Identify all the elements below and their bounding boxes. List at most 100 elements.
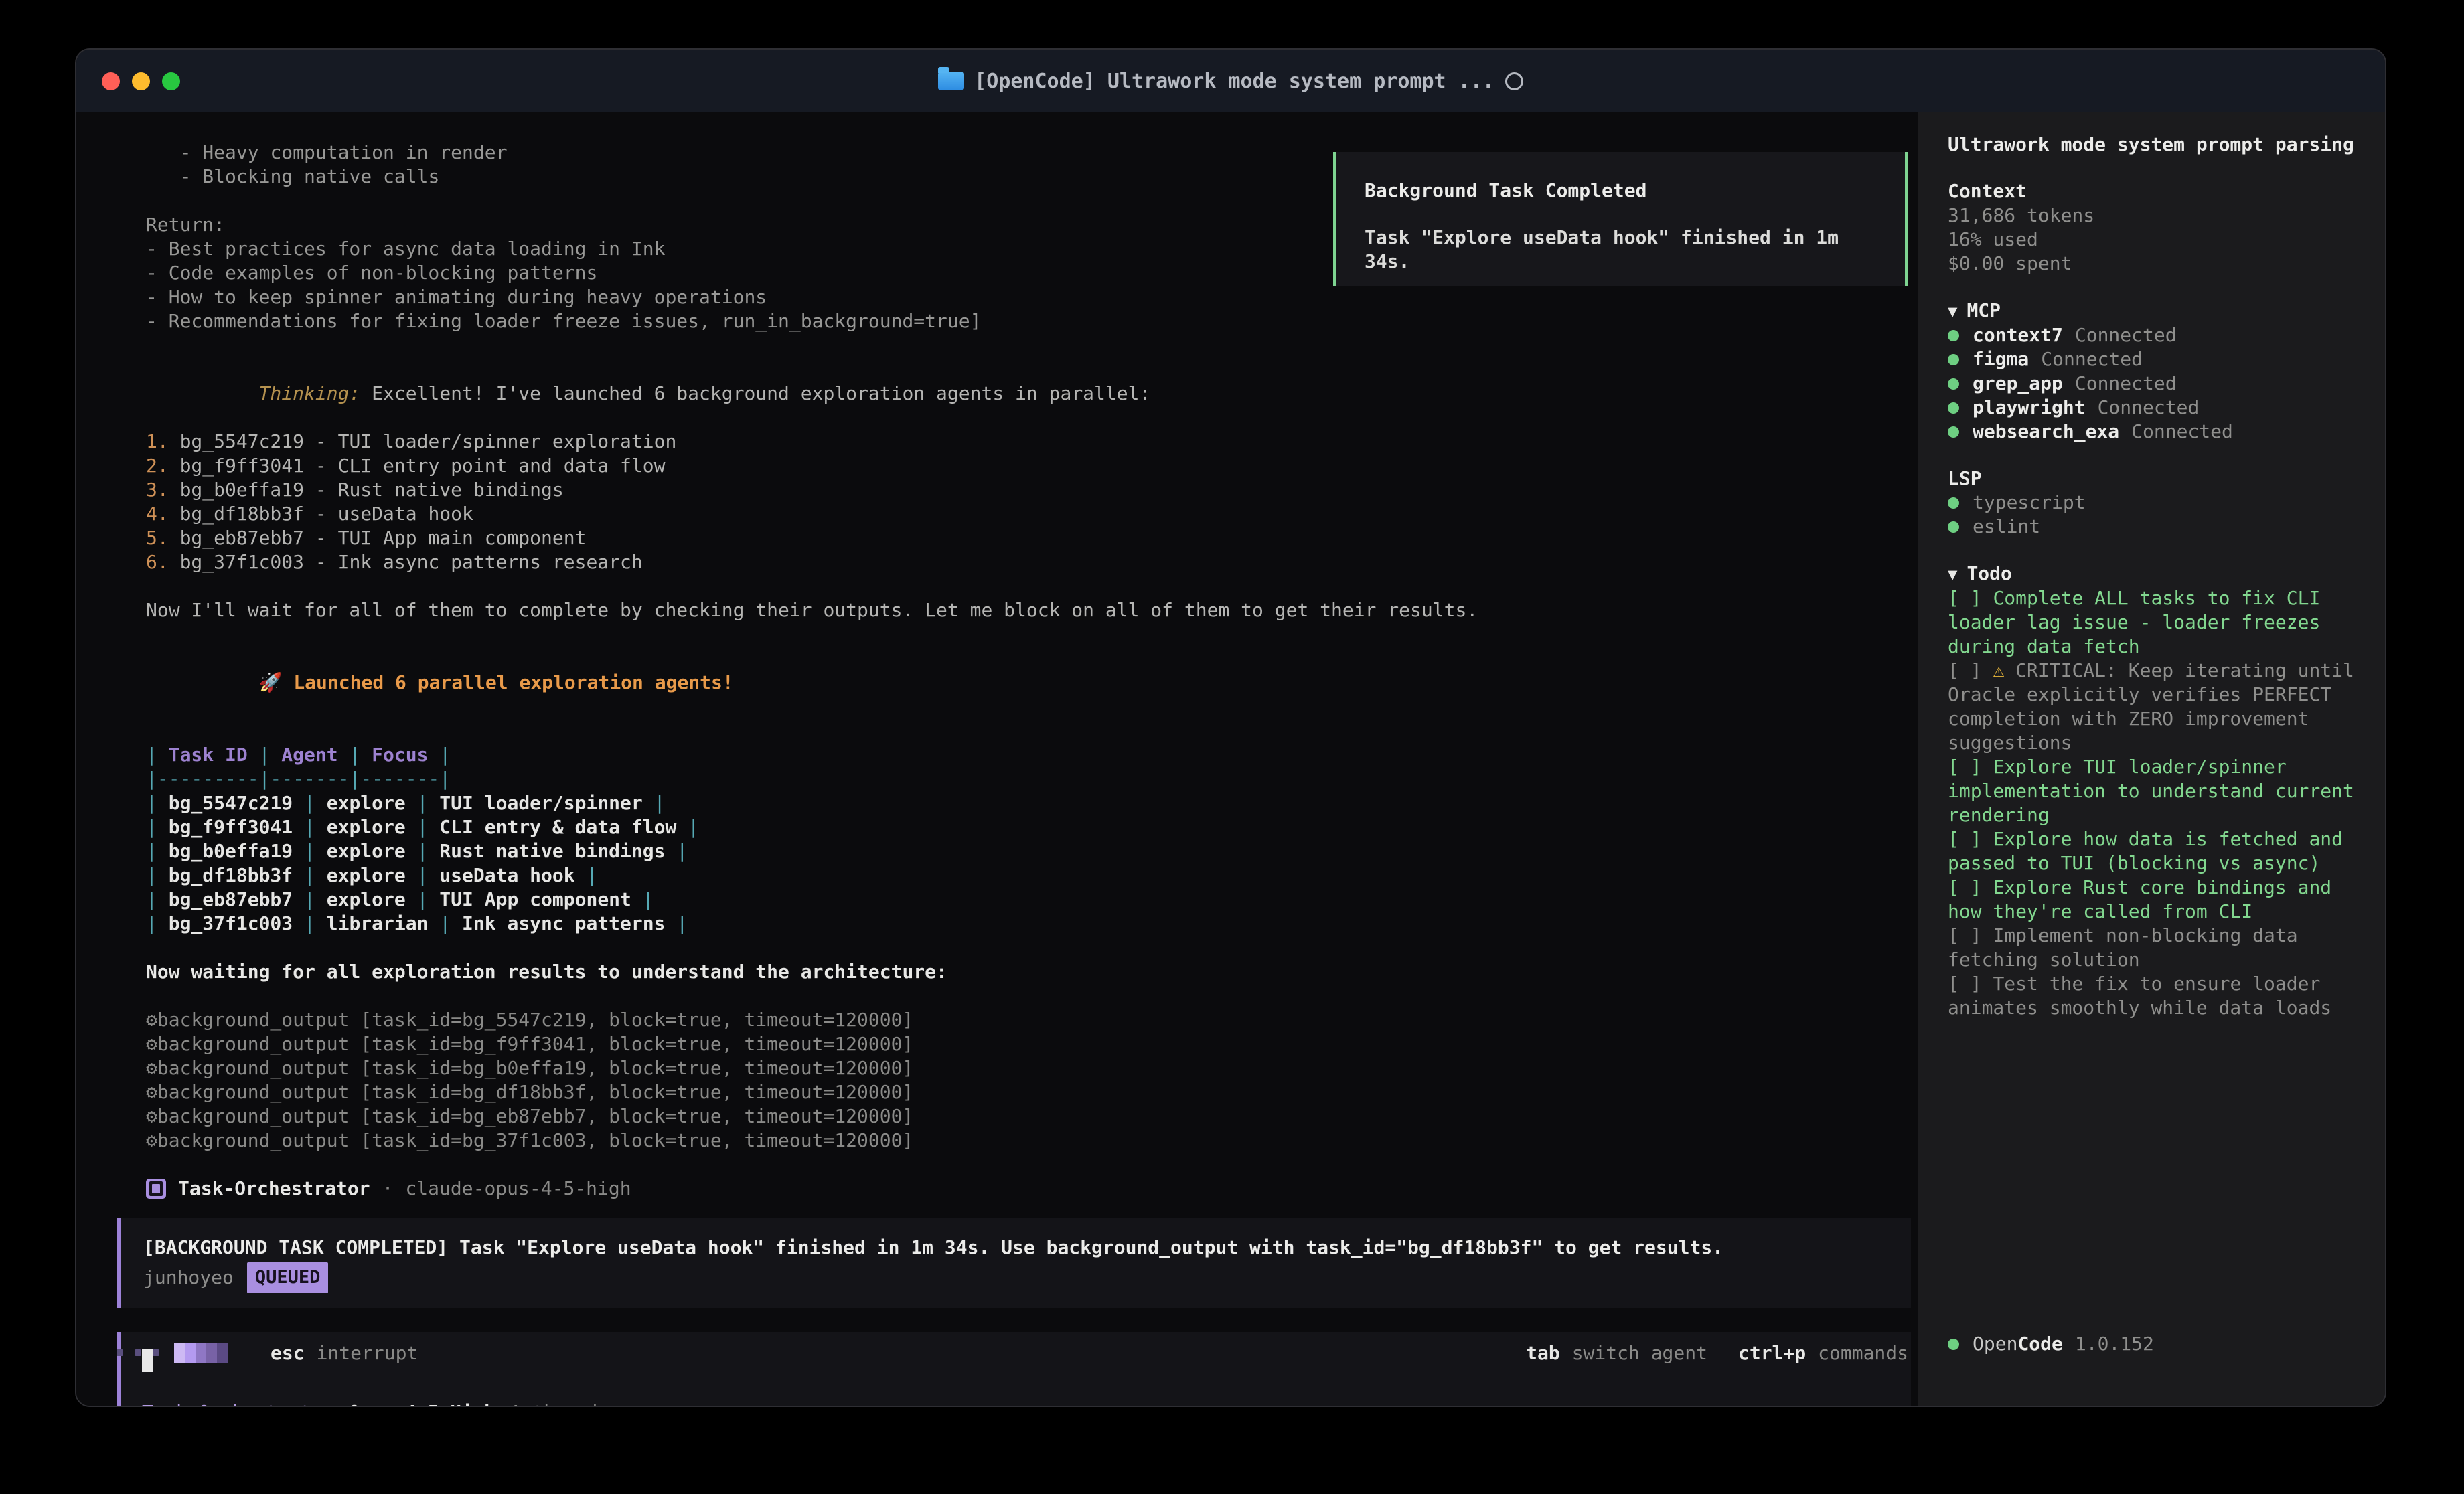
agent-icon (146, 1179, 166, 1199)
esc-hint: esc interrupt (271, 1342, 418, 1364)
todo-section: ▼Todo [ ] Complete ALL tasks to fix CLI … (1948, 562, 2356, 1020)
announcement-line: 🚀 Launched 6 parallel exploration agents… (146, 647, 1918, 719)
input-model-name[interactable]: Opus 4.5 High (349, 1400, 495, 1406)
user-name: junhoyeo (143, 1263, 234, 1293)
lsp-heading: LSP (1948, 467, 2356, 491)
esc-label: interrupt (317, 1342, 418, 1364)
tab-label: switch agent (1572, 1342, 1707, 1364)
completed-task-block: [BACKGROUND TASK COMPLETED] Task "Explor… (117, 1218, 1911, 1308)
green-dot-icon (1948, 521, 1959, 533)
gear-icon: ⚙ (146, 1129, 157, 1151)
progress-circle-icon (1505, 72, 1523, 90)
thinking-item: 4. bg_df18bb3f - useData hook (146, 502, 1918, 526)
window-title-wrap: [OpenCode] Ultrawork mode system prompt … (76, 50, 2385, 112)
gear-icon: ⚙ (146, 1105, 157, 1127)
table-row: | bg_df18bb3f | explore | useData hook | (146, 863, 1918, 888)
esc-key: esc (271, 1342, 305, 1364)
tool-call-line: ⚙background_output [task_id=bg_37f1c003,… (146, 1129, 1918, 1153)
mcp-list: context7ConnectedfigmaConnectedgrep_appC… (1948, 323, 2356, 444)
mcp-item: figmaConnected (1948, 347, 2356, 371)
chevron-down-icon: ▼ (1948, 302, 1957, 321)
input-footer: Task-Orchestrator Opus 4.5 High Anthropi… (142, 1400, 1890, 1406)
table-row: | bg_f9ff3041 | explore | CLI entry & da… (146, 815, 1918, 839)
todo-item: [ ] ⚠ CRITICAL: Keep iterating until Ora… (1948, 659, 2356, 755)
mcp-heading[interactable]: ▼MCP (1948, 299, 2356, 323)
chevron-down-icon: ▼ (1948, 565, 1957, 584)
tool-call-line: ⚙background_output [task_id=bg_5547c219,… (146, 1008, 1918, 1032)
transcript-line: - How to keep spinner animating during h… (146, 285, 1918, 309)
lsp-item: eslint (1948, 515, 2356, 539)
table-header-row: | Task ID | Agent | Focus | (146, 743, 1918, 767)
todo-item: [ ] Explore TUI loader/spinner implement… (1948, 755, 2356, 827)
lsp-item: typescript (1948, 491, 2356, 515)
toast-title: Background Task Completed (1365, 179, 1877, 203)
mcp-item: context7Connected (1948, 323, 2356, 347)
green-dot-icon (1948, 497, 1959, 509)
tool-call-line: ⚙background_output [task_id=bg_eb87ebb7,… (146, 1104, 1918, 1129)
gear-icon: ⚙ (146, 1033, 157, 1055)
waiting-line: Now waiting for all exploration results … (146, 960, 1918, 984)
tab-key: tab (1526, 1342, 1560, 1364)
commands-hint: ctrl+p commands (1738, 1342, 1908, 1364)
todo-item: [ ] Complete ALL tasks to fix CLI loader… (1948, 586, 2356, 659)
spinner-icon (174, 1343, 228, 1363)
thinking-line: Thinking: Excellent! I've launched 6 bac… (146, 357, 1918, 430)
lsp-section: LSP typescripteslint (1948, 467, 2356, 539)
announcement-text: Launched 6 parallel exploration agents! (293, 671, 733, 693)
context-used: 16% used (1948, 228, 2356, 252)
thinking-item: 5. bg_eb87ebb7 - TUI App main component (146, 526, 1918, 550)
sidebar: Ultrawork mode system prompt parsing Con… (1918, 112, 2385, 1406)
todo-item: [ ] Test the fix to ensure loader animat… (1948, 972, 2356, 1020)
context-section: Context 31,686 tokens 16% used $0.00 spe… (1948, 179, 2356, 276)
agent-model: claude-opus-4-5-high (405, 1177, 631, 1201)
queued-badge: QUEUED (247, 1262, 329, 1293)
gear-icon: ⚙ (146, 1009, 157, 1031)
table-row: | bg_37f1c003 | librarian | Ink async pa… (146, 912, 1918, 936)
context-spent: $0.00 spent (1948, 252, 2356, 276)
status-dots-icon (117, 1349, 159, 1356)
green-dot-icon (1948, 354, 1959, 365)
green-dot-icon (1948, 378, 1959, 390)
app-version: OpenCode 1.0.152 (1948, 1332, 2154, 1356)
lsp-list: typescripteslint (1948, 491, 2356, 539)
tool-call-line: ⚙background_output [task_id=bg_df18bb3f,… (146, 1080, 1918, 1104)
thinking-label: Thinking: (259, 382, 361, 404)
mcp-item: websearch_exaConnected (1948, 420, 2356, 444)
app-version-number: 1.0.152 (2075, 1332, 2154, 1356)
tool-call-list: ⚙background_output [task_id=bg_5547c219,… (146, 1008, 1918, 1153)
todo-item: [ ] Explore how data is fetched and pass… (1948, 827, 2356, 876)
todo-item: [ ] Implement non-blocking data fetching… (1948, 924, 2356, 972)
sidebar-title: Ultrawork mode system prompt parsing (1948, 133, 2356, 157)
gear-icon: ⚙ (146, 1057, 157, 1079)
thinking-item: 3. bg_b0effa19 - Rust native bindings (146, 478, 1918, 502)
table-separator-row: |---------|-------|-------| (146, 767, 1918, 791)
thinking-list: 1. bg_5547c219 - TUI loader/spinner expl… (146, 430, 1918, 574)
table-row: | bg_eb87ebb7 | explore | TUI App compon… (146, 888, 1918, 912)
context-heading: Context (1948, 179, 2356, 203)
background-task-toast[interactable]: Background Task Completed Task "Explore … (1333, 152, 1908, 286)
mcp-item: grep_appConnected (1948, 371, 2356, 396)
todo-heading[interactable]: ▼Todo (1948, 562, 2356, 586)
terminal-main[interactable]: - Heavy computation in render - Blocking… (76, 112, 1918, 1406)
status-dot-icon (1948, 1339, 1959, 1350)
todo-list: [ ] Complete ALL tasks to fix CLI loader… (1948, 586, 2356, 1020)
tool-call-line: ⚙background_output [task_id=bg_f9ff3041,… (146, 1032, 1918, 1056)
mcp-item: playwrightConnected (1948, 396, 2356, 420)
folder-icon (938, 72, 964, 90)
thinking-intro: Excellent! I've launched 6 background ex… (360, 382, 1150, 404)
ctrl-p-key: ctrl+p (1738, 1342, 1806, 1364)
green-dot-icon (1948, 402, 1959, 414)
thinking-item: 2. bg_f9ff3041 - CLI entry point and dat… (146, 454, 1918, 478)
markdown-table: | Task ID | Agent | Focus ||---------|--… (146, 743, 1918, 936)
todo-item: [ ] Explore Rust core bindings and how t… (1948, 876, 2356, 924)
agent-footer: Task-Orchestrator · claude-opus-4-5-high (146, 1177, 1918, 1201)
warning-icon: ⚠ (1993, 659, 2015, 681)
thinking-outro: Now I'll wait for all of them to complet… (146, 598, 1918, 622)
input-agent-name[interactable]: Task-Orchestrator (142, 1400, 334, 1406)
completed-task-message: [BACKGROUND TASK COMPLETED] Task "Explor… (143, 1233, 1888, 1262)
title-bar[interactable]: [OpenCode] Ultrawork mode system prompt … (76, 50, 2385, 112)
app-name-regular: Open (1973, 1332, 2017, 1356)
tool-call-line: ⚙background_output [task_id=bg_b0effa19,… (146, 1056, 1918, 1080)
input-provider-name: Anthropic (510, 1400, 612, 1406)
app-window: [OpenCode] Ultrawork mode system prompt … (75, 48, 2386, 1407)
